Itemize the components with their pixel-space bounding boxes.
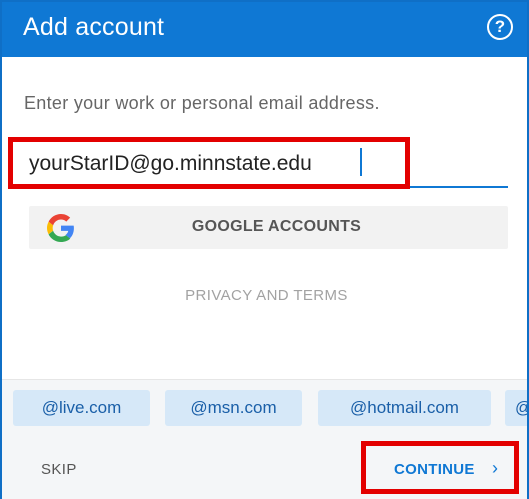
continue-button[interactable]: CONTINUE [394,461,475,478]
skip-button[interactable]: SKIP [41,461,77,478]
divider [2,379,527,380]
domain-suggestions: @live.com @msn.com @hotmail.com @ [2,379,527,435]
chevron-right-icon[interactable]: › [492,458,498,479]
help-icon[interactable]: ? [487,14,513,40]
chip-msn[interactable]: @msn.com [165,390,302,426]
add-account-screen: Add account ? Enter your work or persona… [0,0,529,499]
chip-more[interactable]: @ [505,390,527,426]
chip-live[interactable]: @live.com [13,390,150,426]
email-field[interactable] [24,142,508,188]
app-header: Add account ? [2,2,527,57]
google-accounts-label: GOOGLE ACCOUNTS [191,218,362,235]
privacy-terms-link[interactable]: PRIVACY AND TERMS [2,287,529,304]
google-accounts-button[interactable]: GOOGLE ACCOUNTS [29,206,508,249]
footer-bar: SKIP CONTINUE › [2,435,527,499]
chip-hotmail[interactable]: @hotmail.com [318,390,491,426]
email-prompt-label: Enter your work or personal email addres… [24,93,380,113]
text-caret [360,148,362,176]
page-title: Add account [23,13,165,41]
